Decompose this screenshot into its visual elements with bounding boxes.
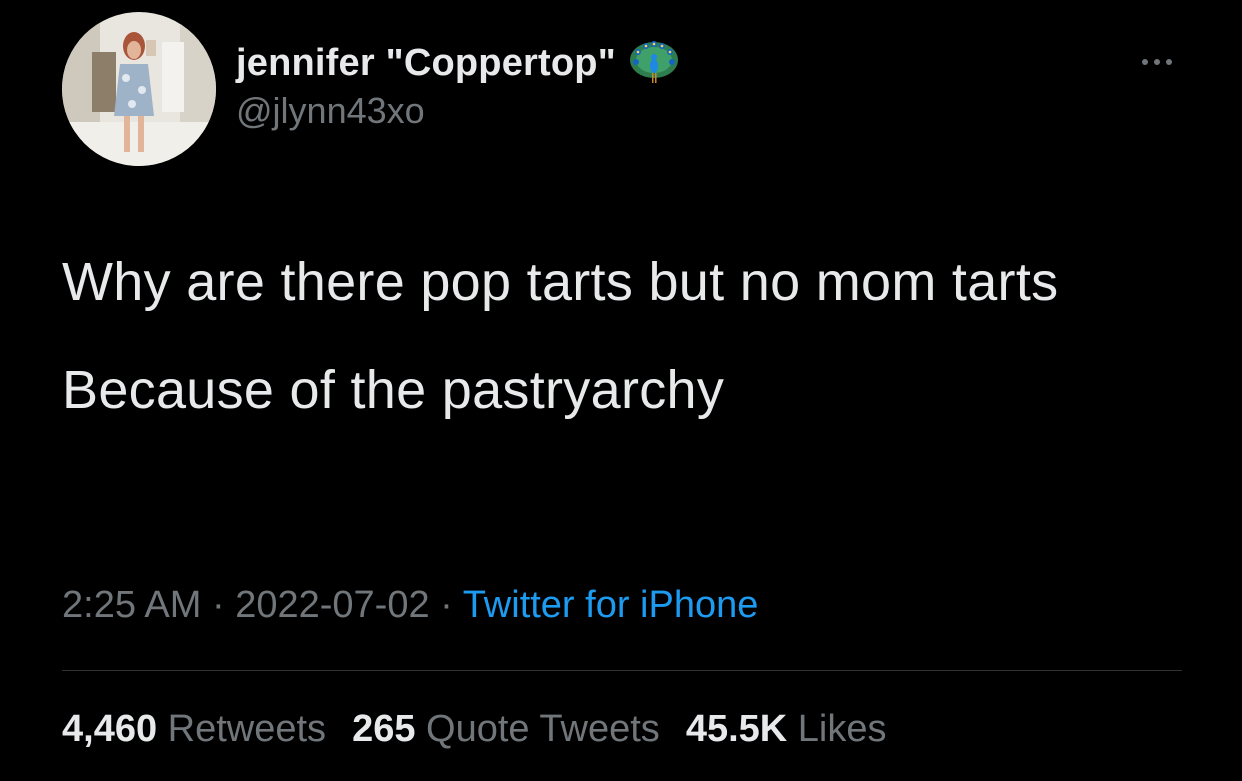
retweets-stat[interactable]: 4,460 Retweets <box>62 708 326 751</box>
display-name-row: jennifer "Coppertop" <box>236 40 680 86</box>
retweets-label: Retweets <box>167 708 327 750</box>
peacock-icon <box>628 40 680 86</box>
more-dot-icon <box>1154 59 1160 65</box>
tweet-source-link[interactable]: Twitter for iPhone <box>463 584 759 626</box>
quote-tweets-label: Quote Tweets <box>426 708 660 750</box>
meta-separator: · <box>440 584 453 626</box>
tweet-meta: 2:25 AM · 2022-07-02 · Twitter for iPhon… <box>62 584 758 627</box>
likes-label: Likes <box>797 708 887 750</box>
more-dot-icon <box>1166 59 1172 65</box>
quote-tweets-stat[interactable]: 265 Quote Tweets <box>352 708 660 751</box>
avatar[interactable] <box>62 12 216 166</box>
tweet-text-line: Why are there pop tarts but no mom tarts <box>62 252 1059 312</box>
tweet-stats: 4,460 Retweets 265 Quote Tweets 45.5K Li… <box>62 708 887 751</box>
likes-count: 45.5K <box>685 708 788 750</box>
author-info[interactable]: jennifer "Coppertop" @jlynn43xo <box>236 40 680 132</box>
user-handle: @jlynn43xo <box>236 90 425 131</box>
quote-tweets-count: 265 <box>352 708 416 750</box>
more-options-button[interactable] <box>1132 50 1182 74</box>
meta-separator: · <box>211 584 225 626</box>
tweet-text-line: Because of the pastryarchy <box>62 360 725 420</box>
tweet-card: jennifer "Coppertop" @jlynn43xo Why are … <box>0 0 1242 781</box>
tweet-time[interactable]: 2:25 AM <box>62 584 201 626</box>
display-name: jennifer "Coppertop" <box>236 41 616 84</box>
retweets-count: 4,460 <box>62 708 158 750</box>
tweet-date[interactable]: 2022-07-02 <box>235 584 429 626</box>
more-dot-icon <box>1142 59 1148 65</box>
tweet-text: Why are there pop tarts but no mom tarts… <box>62 242 1162 430</box>
divider <box>62 670 1182 671</box>
avatar-photo-icon <box>62 12 216 166</box>
likes-stat[interactable]: 45.5K Likes <box>686 708 887 751</box>
